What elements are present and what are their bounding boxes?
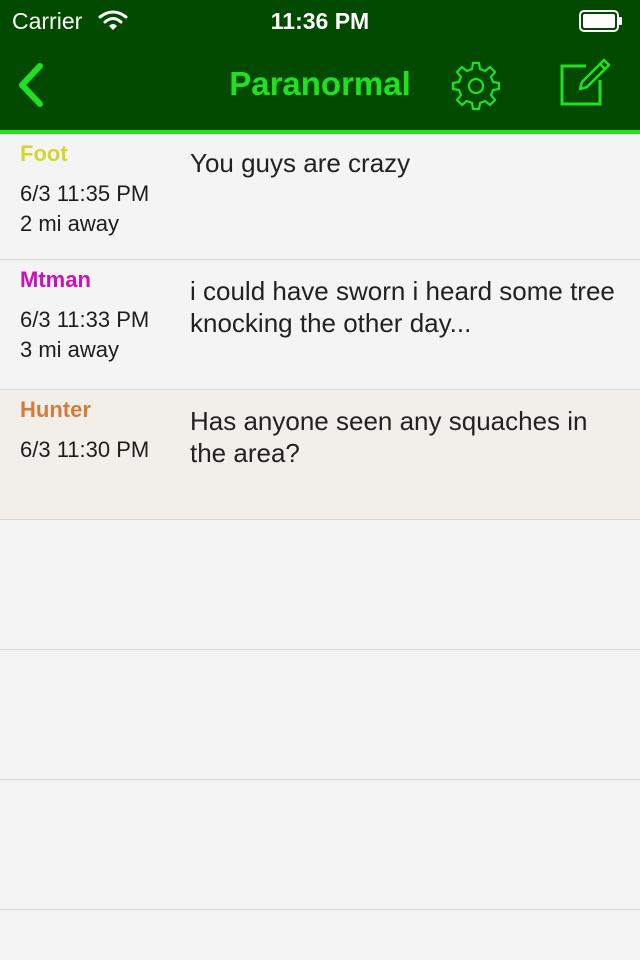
post-row[interactable]: Foot 6/3 11:35 PM 2 mi away You guys are…: [0, 134, 640, 260]
battery-icon: [579, 10, 623, 32]
post-date: 6/3 11:35 PM: [20, 181, 150, 206]
settings-button[interactable]: [449, 59, 503, 113]
page-title: Paranormal: [229, 65, 411, 102]
status-bar: Carrier 11:36 PM: [0, 0, 640, 40]
status-time: 11:36 PM: [270, 8, 370, 34]
post-date: 6/3 11:30 PM: [20, 437, 150, 462]
empty-row: [0, 780, 640, 910]
post-message: You guys are crazy: [190, 148, 411, 178]
compose-icon: [560, 58, 611, 106]
post-author: Foot: [20, 141, 68, 166]
post-message: i could have sworn i heard some tree kno…: [190, 276, 615, 338]
empty-row: [0, 650, 640, 780]
post-author: Mtman: [20, 267, 91, 292]
compose-button[interactable]: [556, 57, 612, 111]
post-row[interactable]: Mtman 6/3 11:33 PM 3 mi away i could hav…: [0, 260, 640, 390]
post-row[interactable]: Hunter 6/3 11:30 PM Has anyone seen any …: [0, 390, 640, 520]
empty-row: [0, 520, 640, 650]
post-distance: 2 mi away: [20, 211, 120, 236]
post-message: Has anyone seen any squaches in the area…: [190, 406, 588, 468]
post-distance: 3 mi away: [20, 337, 120, 362]
gear-icon: [451, 61, 501, 111]
posts-list: Foot 6/3 11:35 PM 2 mi away You guys are…: [0, 134, 640, 910]
post-author: Hunter: [20, 397, 91, 422]
post-date: 6/3 11:33 PM: [20, 307, 150, 332]
